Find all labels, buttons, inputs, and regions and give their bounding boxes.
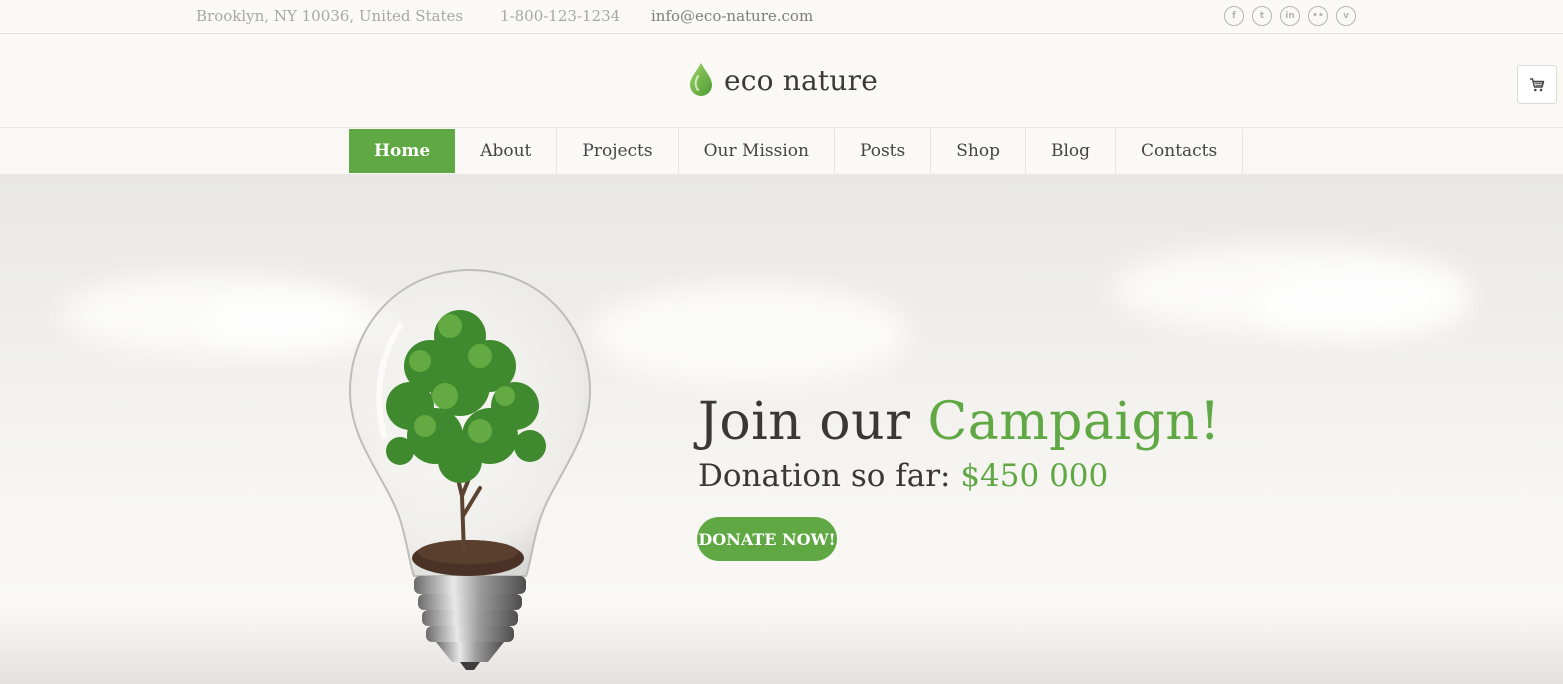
linkedin-icon[interactable]: in <box>1280 6 1300 26</box>
leaf-drop-icon <box>690 63 712 96</box>
email-link[interactable]: info@eco-nature.com <box>651 7 813 25</box>
main-navigation: Home About Projects Our Mission Posts Sh… <box>349 129 1244 173</box>
nav-item-our-mission[interactable]: Our Mission <box>678 129 835 173</box>
hero-banner: Join our Campaign! Donation so far: $450… <box>0 174 1563 684</box>
donate-now-button[interactable]: DONATE NOW! <box>697 517 837 561</box>
cart-icon <box>1530 77 1545 91</box>
nav-item-about[interactable]: About <box>455 129 558 173</box>
cart-button[interactable] <box>1517 65 1557 104</box>
lightbulb-tree-image <box>340 266 600 676</box>
nav-item-contacts[interactable]: Contacts <box>1116 129 1244 173</box>
top-bar: Brooklyn, NY 10036, United States 1-800-… <box>0 0 1563 34</box>
donation-amount: $450 000 <box>960 458 1109 494</box>
nav-item-projects[interactable]: Projects <box>557 129 679 173</box>
nav-item-posts[interactable]: Posts <box>834 129 932 173</box>
nav-item-shop[interactable]: Shop <box>931 129 1026 173</box>
vimeo-icon[interactable]: v <box>1336 6 1356 26</box>
headline-accent: Campaign! <box>927 392 1221 452</box>
donation-summary: Donation so far: $450 000 <box>698 458 1108 494</box>
flickr-icon[interactable]: •• <box>1308 6 1328 26</box>
donation-label: Donation so far: <box>698 458 951 494</box>
site-header: eco nature <box>0 34 1563 128</box>
cloud-decoration <box>1250 269 1470 339</box>
hero-headline: Join our Campaign! <box>698 392 1221 452</box>
phone-text[interactable]: 1-800-123-1234 <box>500 7 620 25</box>
nav-item-blog[interactable]: Blog <box>1025 129 1116 173</box>
twitter-icon[interactable]: t <box>1252 6 1272 26</box>
site-logo[interactable]: eco nature <box>688 62 878 98</box>
headline-prefix: Join our <box>698 392 911 452</box>
social-links: f t in •• v <box>1224 6 1356 26</box>
address-text: Brooklyn, NY 10036, United States <box>196 7 464 25</box>
facebook-icon[interactable]: f <box>1224 6 1244 26</box>
brand-name: eco nature <box>724 63 878 97</box>
nav-item-home[interactable]: Home <box>349 129 456 173</box>
cloud-decoration <box>590 284 910 384</box>
